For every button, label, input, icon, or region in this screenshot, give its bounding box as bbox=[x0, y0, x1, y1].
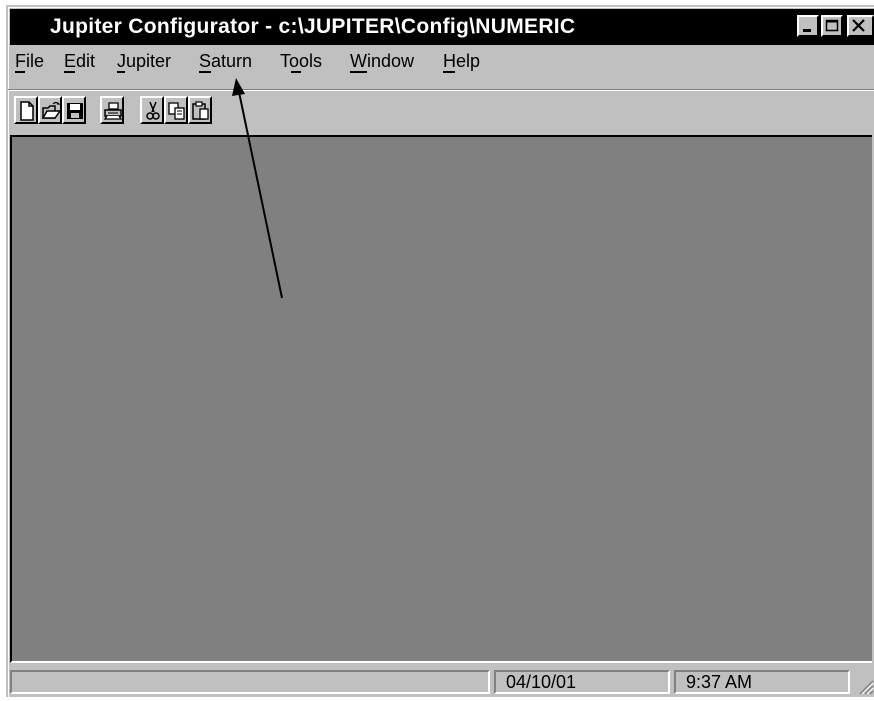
menu-edit[interactable]: Edit bbox=[64, 51, 95, 72]
open-button[interactable] bbox=[38, 96, 62, 124]
maximize-icon bbox=[825, 19, 839, 32]
menu-tools[interactable]: Tools bbox=[280, 51, 322, 72]
title-bar[interactable]: Jupiter Configurator - c:\JUPITER\Config… bbox=[10, 9, 874, 45]
status-time: 9:37 AM bbox=[674, 670, 850, 694]
mnemonic-underline bbox=[117, 71, 125, 73]
paste-icon bbox=[192, 101, 209, 120]
print-icon bbox=[103, 102, 123, 120]
mnemonic-underline bbox=[443, 71, 455, 73]
status-date: 04/10/01 bbox=[494, 670, 670, 694]
mnemonic-underline bbox=[199, 71, 211, 73]
menu-window[interactable]: Window bbox=[350, 51, 414, 72]
menu-bar: File Edit Jupiter Saturn Tools Window He… bbox=[10, 47, 874, 75]
mdi-client-area[interactable] bbox=[10, 135, 872, 663]
new-button[interactable] bbox=[14, 96, 38, 124]
status-bar: 04/10/01 9:37 AM bbox=[10, 667, 874, 697]
mnemonic-underline bbox=[64, 71, 75, 73]
minimize-button[interactable] bbox=[797, 15, 819, 37]
mnemonic-underline bbox=[291, 71, 301, 73]
copy-icon bbox=[168, 102, 185, 120]
mnemonic-underline bbox=[15, 71, 25, 73]
mnemonic-underline bbox=[350, 71, 367, 73]
menu-jupiter[interactable]: Jupiter bbox=[117, 51, 171, 72]
menu-file[interactable]: File bbox=[15, 51, 44, 72]
copy-button[interactable] bbox=[164, 96, 188, 124]
maximize-button[interactable] bbox=[821, 15, 843, 37]
open-icon bbox=[41, 101, 61, 119]
resize-grip-icon[interactable] bbox=[856, 677, 874, 695]
application-window: Jupiter Configurator - c:\JUPITER\Config… bbox=[6, 5, 874, 697]
paste-button[interactable] bbox=[188, 96, 212, 124]
print-button[interactable] bbox=[100, 96, 124, 124]
close-icon bbox=[852, 19, 865, 32]
window-title: Jupiter Configurator - c:\JUPITER\Config… bbox=[50, 15, 576, 38]
close-button[interactable] bbox=[847, 15, 874, 37]
menu-saturn[interactable]: Saturn bbox=[199, 51, 252, 72]
menu-help[interactable]: Help bbox=[443, 51, 480, 72]
save-icon bbox=[67, 103, 83, 119]
status-message bbox=[10, 670, 490, 694]
save-button[interactable] bbox=[62, 96, 86, 124]
toolbar-separator-highlight bbox=[8, 90, 874, 91]
new-icon bbox=[20, 101, 34, 121]
cut-icon bbox=[146, 101, 160, 120]
cut-button[interactable] bbox=[140, 96, 164, 124]
minimize-icon bbox=[803, 29, 811, 32]
